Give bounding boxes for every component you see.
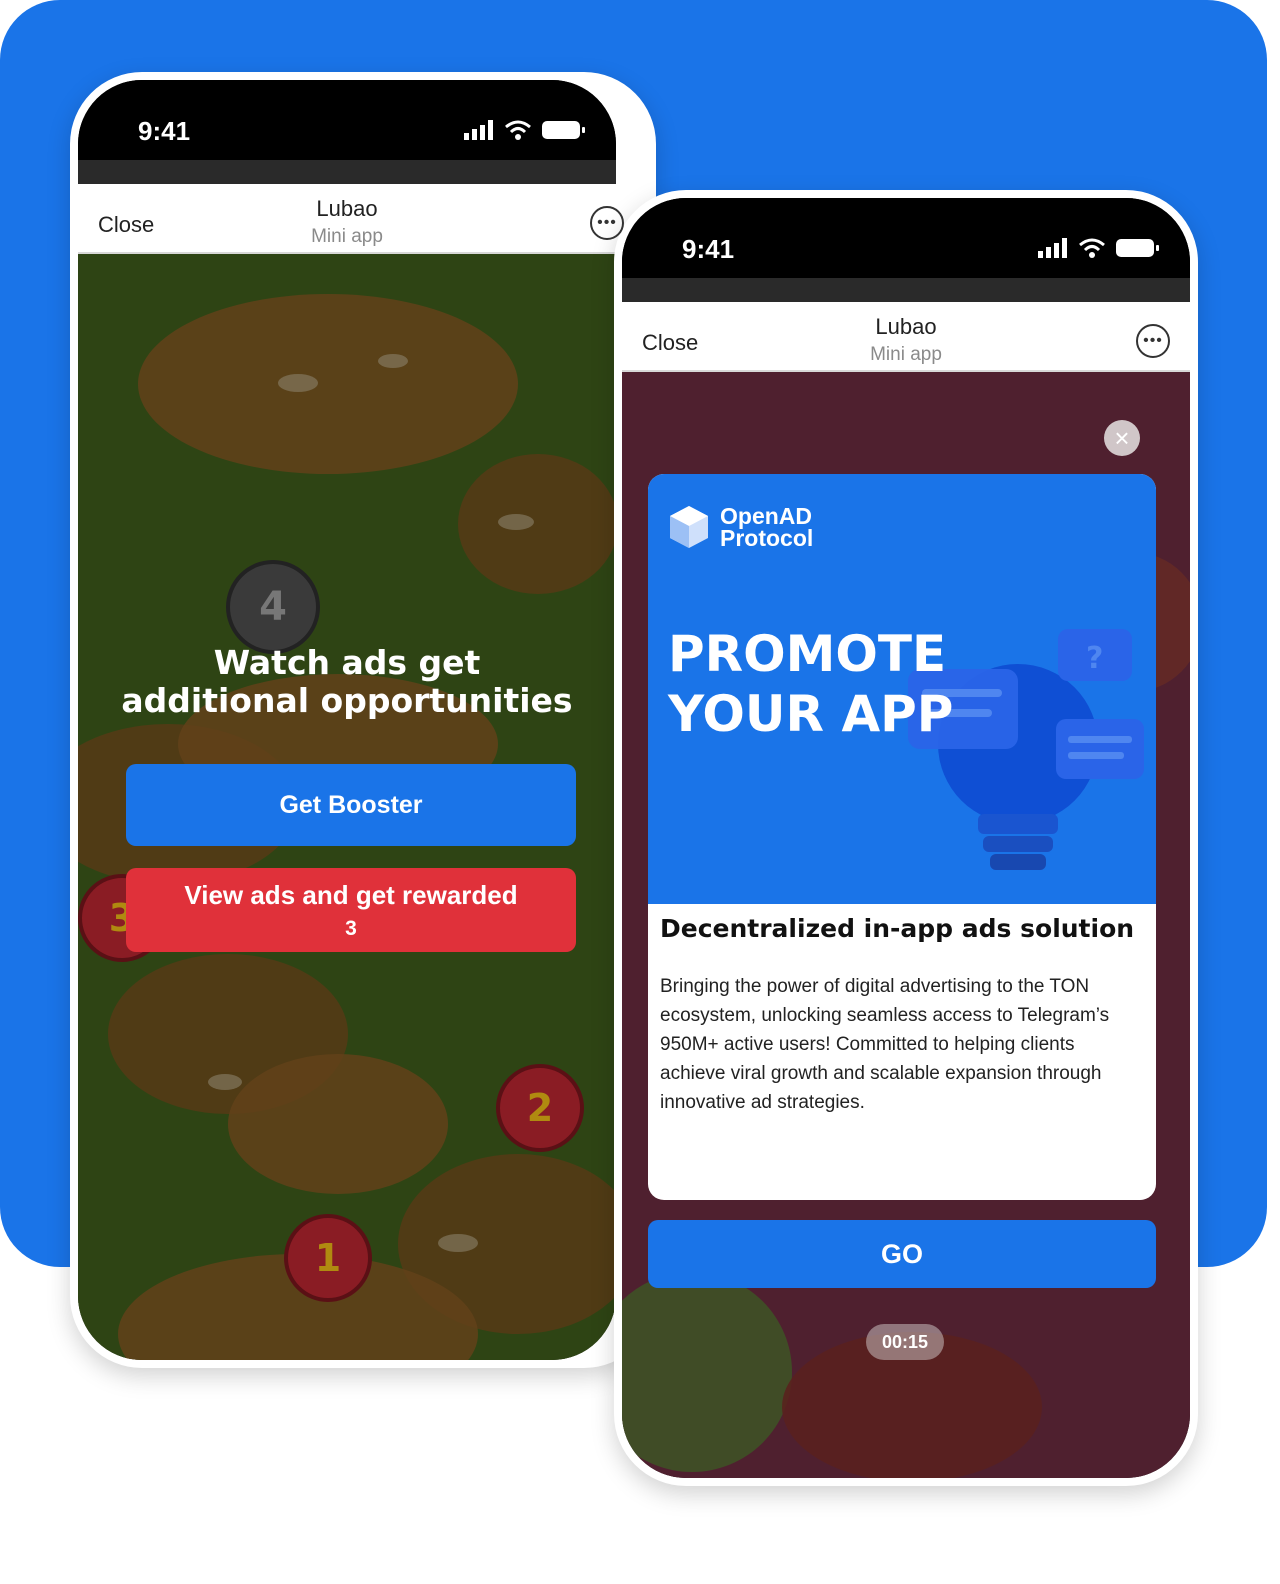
signal-icon [464, 120, 493, 140]
left-phone: 9:41 Close Lubao Mini app 4 3 2 1 Watch … [70, 72, 656, 1368]
ad-banner: OpenAD Protocol PROMOTE YOUR APP ? [648, 474, 1156, 904]
game-background: × OpenAD Protocol PROMOTE YOUR APP ? Dec… [622, 372, 1190, 1478]
wifi-icon [505, 120, 531, 140]
battery-icon [542, 121, 585, 139]
more-options-icon[interactable]: ••• [1136, 324, 1170, 358]
ad-card[interactable]: OpenAD Protocol PROMOTE YOUR APP ? Decen… [648, 474, 1156, 1200]
app-header: Close Lubao Mini app ••• [622, 302, 1190, 372]
status-strip [78, 160, 616, 184]
close-ad-icon[interactable]: × [1104, 420, 1140, 456]
right-phone-screen: 9:41 Close Lubao Mini app ••• × OpenAD P… [622, 198, 1190, 1478]
right-phone: 9:41 Close Lubao Mini app ••• × OpenAD P… [614, 190, 1198, 1486]
status-bar: 9:41 [622, 198, 1190, 278]
app-title: Lubao [875, 314, 937, 339]
level-badge: 2 [496, 1064, 584, 1152]
app-subtitle: Mini app [311, 226, 383, 247]
brand-name-line1: OpenAD [720, 503, 812, 529]
get-booster-button[interactable]: Get Booster [126, 764, 576, 846]
status-icons [464, 120, 586, 140]
ad-headline: Decentralized in-app ads solution [660, 914, 1135, 943]
signal-icon [1038, 238, 1067, 258]
promo-line2: YOUR APP [668, 685, 954, 743]
level-badge: 4 [226, 560, 320, 654]
openad-logo: OpenAD Protocol [668, 504, 813, 550]
promo-line1: PROMOTE [668, 625, 947, 683]
status-icons [1038, 238, 1160, 258]
left-phone-screen: 9:41 Close Lubao Mini app 4 3 2 1 Watch … [78, 80, 616, 1360]
status-bar: 9:41 [78, 80, 616, 160]
app-header: Close Lubao Mini app [78, 184, 616, 254]
status-strip [622, 278, 1190, 302]
ad-timer: 00:15 [866, 1324, 944, 1360]
cube-logo-icon [670, 506, 708, 548]
view-ads-reward-button[interactable]: View ads and get rewarded 3 [126, 868, 576, 952]
more-options-icon[interactable]: ••• [590, 206, 624, 240]
reward-button-label: View ads and get rewarded [184, 880, 518, 910]
svg-text:?: ? [1086, 641, 1103, 676]
brand-name-line2: Protocol [720, 525, 814, 551]
app-title: Lubao [316, 196, 378, 221]
app-subtitle: Mini app [870, 344, 942, 365]
status-time: 9:41 [138, 116, 191, 146]
status-time: 9:41 [682, 234, 735, 264]
promo-headline: PROMOTE YOUR APP [668, 624, 953, 744]
battery-icon [1116, 239, 1159, 257]
ad-description: Bringing the power of digital advertisin… [660, 976, 1110, 1113]
go-button[interactable]: GO [648, 1220, 1156, 1288]
reward-count: 3 [345, 917, 357, 940]
wifi-icon [1079, 238, 1105, 258]
game-map: 4 3 2 1 Watch ads get additional opportu… [78, 254, 616, 1360]
watch-ads-headline: Watch ads get additional opportunities [121, 643, 573, 720]
level-badge: 1 [284, 1214, 372, 1302]
